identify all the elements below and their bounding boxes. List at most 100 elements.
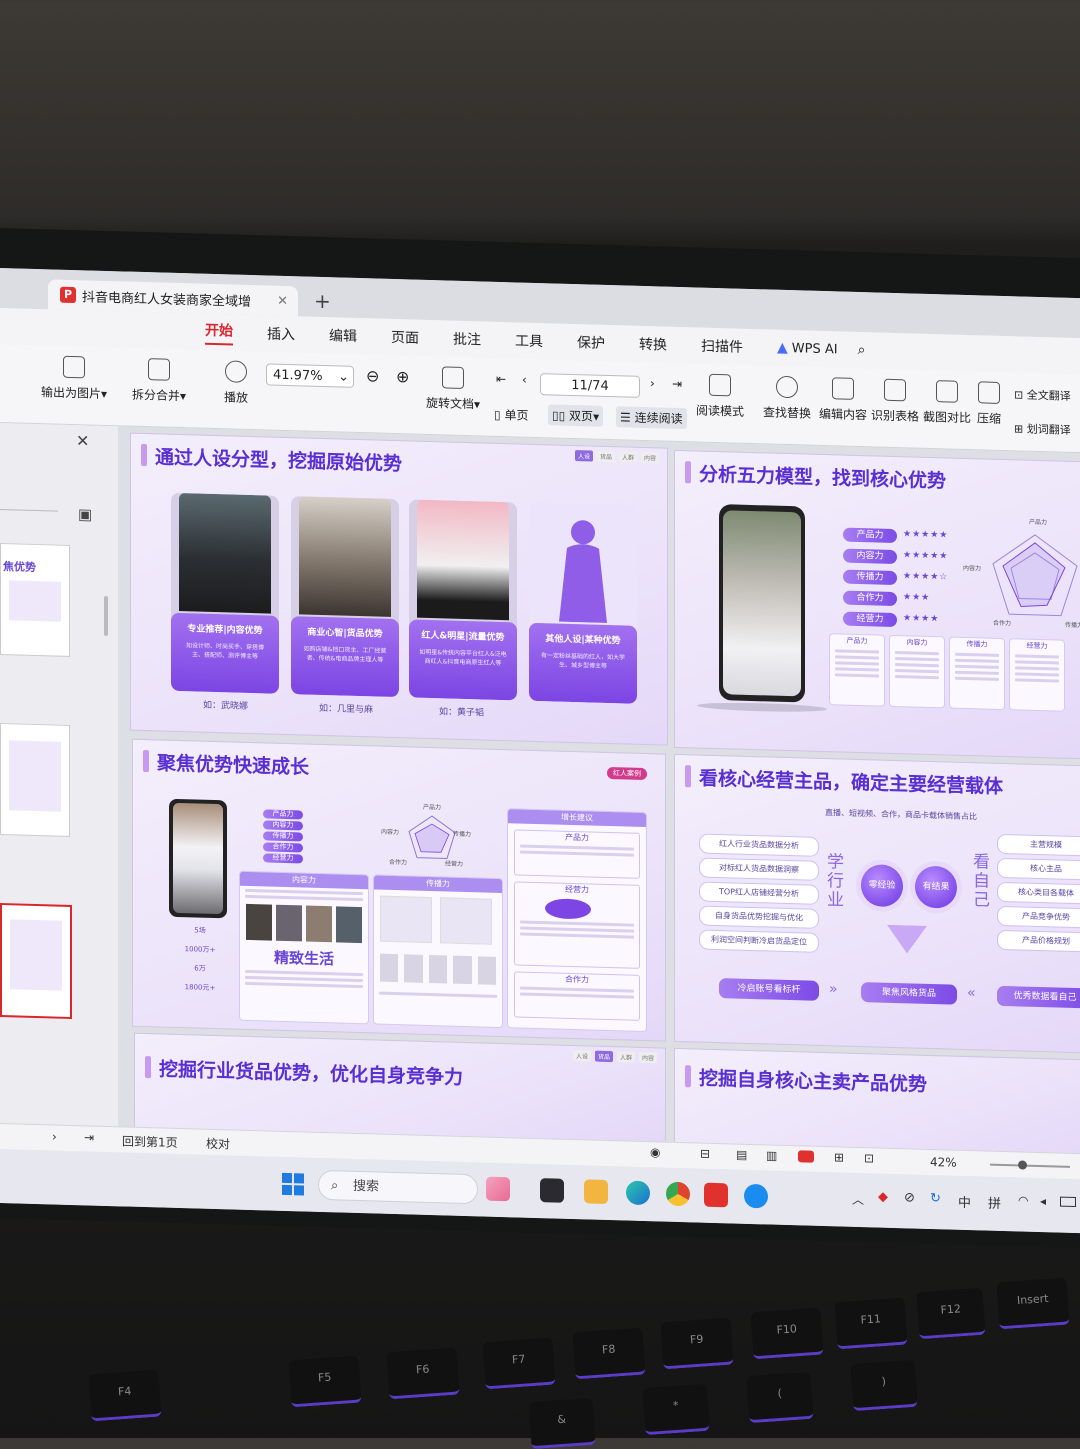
recognize-table-button[interactable]: 识别表格 xyxy=(870,378,920,424)
full-translate-button[interactable]: ⊡ 全文翻译 xyxy=(1014,386,1071,404)
prev-page-icon[interactable]: ‹ xyxy=(522,373,527,387)
read-mode-button[interactable]: 阅读模式 xyxy=(692,373,748,420)
chevron-up-icon[interactable]: ︿ xyxy=(852,1191,864,1208)
rotate-doc-button[interactable]: 旋转文档▾ xyxy=(418,366,488,413)
close-panel-icon[interactable]: ✕ xyxy=(76,431,89,450)
image-icon[interactable]: ▣ xyxy=(78,505,92,523)
task-view-icon[interactable] xyxy=(540,1178,564,1203)
thumbnail-page[interactable] xyxy=(0,723,70,837)
edge-icon[interactable] xyxy=(626,1180,650,1206)
tray-sync-icon[interactable]: ⊘ xyxy=(904,1190,915,1205)
wps-ai-button[interactable]: WPS AI xyxy=(792,341,838,357)
zoom-slider-handle[interactable] xyxy=(1018,1160,1027,1170)
edit-content-button[interactable]: 编辑内容 xyxy=(816,377,870,424)
slide-core-products[interactable]: 看核心经营主品，确定主要经营载体 直播、短视频、合作，商品卡载体销售占比 红人行… xyxy=(674,753,1080,1054)
export-image-button[interactable]: 输出为图片▾ xyxy=(34,355,114,402)
tab-convert[interactable]: 转换 xyxy=(639,334,667,355)
zoom-in-icon[interactable]: ⊕ xyxy=(396,367,409,386)
compress-button[interactable]: 压缩 xyxy=(974,381,1004,427)
tab-edit[interactable]: 编辑 xyxy=(329,325,357,346)
panel-scrollbar[interactable] xyxy=(104,595,108,637)
continuous-read-button[interactable]: ☰ 连续阅读 xyxy=(616,406,687,430)
card-example-name: 如：几里与麻 xyxy=(319,703,374,716)
page-indicator[interactable]: 11/74 xyxy=(540,373,640,398)
thumbnail-label: 焦优势 xyxy=(3,560,36,575)
tab-insert[interactable]: 插入 xyxy=(267,323,295,344)
key: F5 xyxy=(288,1355,362,1408)
column-head: 内容力 xyxy=(906,638,928,647)
windows-start-icon[interactable] xyxy=(282,1172,304,1196)
double-view-icon[interactable]: ▥ xyxy=(766,1148,777,1162)
slide-persona[interactable]: 通过人设分型，挖掘原始优势 人设 货品 人群 内容 专业推荐|内容优势 如设计师… xyxy=(130,432,668,746)
split-merge-button[interactable]: 拆分合并▾ xyxy=(124,357,194,404)
browser-icon[interactable] xyxy=(744,1183,768,1209)
radar-label: 内容力 xyxy=(963,564,982,573)
eye-icon[interactable]: ◉ xyxy=(650,1145,660,1159)
ime-pinyin[interactable]: 拼 xyxy=(988,1193,1001,1212)
result-item: 核心主品 xyxy=(997,857,1080,881)
wps-office-icon[interactable] xyxy=(704,1182,728,1208)
card-band: 红人&明星|流量优势 如明星&传统内容平台红人&泛电商红人&抖音电商原生红人等 xyxy=(409,619,517,701)
single-page-button[interactable]: ▯ 单页 xyxy=(494,406,528,424)
fit-width-icon[interactable]: ⊞ xyxy=(834,1150,844,1164)
wifi-icon[interactable]: ◠ xyxy=(1018,1193,1028,1207)
new-tab-button[interactable]: + xyxy=(314,289,331,313)
key: ( xyxy=(746,1371,814,1424)
back-first-page-link[interactable]: 回到第1页 xyxy=(122,1132,178,1151)
last-page-icon[interactable]: ⇥ xyxy=(84,1130,94,1144)
zoom-out-icon[interactable]: ⊖ xyxy=(366,366,379,385)
photo-man-suit xyxy=(417,499,509,621)
find-replace-button[interactable]: 查找替换 xyxy=(760,375,814,422)
word-translate-label: 划词翻译 xyxy=(1026,422,1071,437)
battery-icon[interactable] xyxy=(1060,1196,1076,1208)
next-page-icon[interactable]: › xyxy=(650,376,655,390)
spread-thumbs xyxy=(380,895,496,945)
fit-page-icon[interactable]: ⊡ xyxy=(864,1151,874,1165)
force-pill: 产品力 xyxy=(843,527,897,544)
layout-icon[interactable]: ⊟ xyxy=(700,1147,710,1161)
tray-refresh-icon[interactable]: ↻ xyxy=(930,1191,941,1206)
zoom-select[interactable]: 41.97% ⌄ xyxy=(266,363,354,388)
double-page-button[interactable]: ▯▯ 双页▾ xyxy=(548,404,604,427)
tab-scan[interactable]: 扫描件 xyxy=(701,336,743,357)
last-page-icon[interactable]: ⇥ xyxy=(672,377,682,391)
laptop-screen: P 抖音电商红人女装商家全域增 ✕ + 开始 插入 编辑 页面 批注 工具 保护… xyxy=(0,268,1080,1234)
double-page-icon: ▯▯ xyxy=(552,408,566,423)
file-explorer-icon[interactable] xyxy=(584,1179,608,1204)
tab-tools[interactable]: 工具 xyxy=(515,330,543,351)
page-view-icon[interactable]: ▤ xyxy=(736,1148,747,1162)
slide-five-forces[interactable]: 分析五力模型，找到核心优势 产品力 内容力 传播力 合作力 经营力 ★★★★★ … xyxy=(674,449,1080,760)
tab-annotate[interactable]: 批注 xyxy=(453,329,481,350)
key: F4 xyxy=(88,1369,162,1422)
widgets-icon[interactable] xyxy=(486,1176,510,1202)
chrome-icon[interactable] xyxy=(666,1181,690,1207)
card-desc: 如购店铺&档口货主、工厂经营者、传统&电商品牌主理人等 xyxy=(303,645,387,664)
screenshot-compare-button[interactable]: 截图对比 xyxy=(922,380,972,426)
photo-woman-sunglasses xyxy=(179,492,271,614)
close-tab-icon[interactable]: ✕ xyxy=(277,293,288,308)
split-merge-icon xyxy=(148,358,170,381)
play-button[interactable]: 播放 xyxy=(214,360,258,406)
zoom-level[interactable]: 42% xyxy=(930,1155,957,1170)
slide-own-products[interactable]: 挖掘自身核心主卖产品优势 xyxy=(674,1047,1080,1156)
slide-focus-growth[interactable]: 聚焦优势快速成长 红人案例 5场 1000万+ 6万 1800元+ 产品力 内容… xyxy=(132,738,666,1042)
tab-protect[interactable]: 保护 xyxy=(577,332,605,353)
volume-icon[interactable]: ◂ xyxy=(1040,1194,1046,1208)
thumbnail-page[interactable]: 焦优势 xyxy=(0,543,70,657)
tray-app-icon[interactable]: ◆ xyxy=(878,1190,888,1205)
zoom-slider[interactable] xyxy=(990,1160,1070,1170)
proofread-button[interactable]: 校对 xyxy=(206,1135,230,1153)
edit-icon xyxy=(832,377,854,400)
key: F9 xyxy=(660,1317,734,1370)
tab-page[interactable]: 页面 xyxy=(391,327,419,348)
video-icon[interactable] xyxy=(798,1150,814,1163)
search-icon[interactable]: ⌕ xyxy=(858,342,866,358)
taskbar-search[interactable]: ⌕ 搜索 xyxy=(318,1169,478,1205)
tab-start[interactable]: 开始 xyxy=(205,319,233,346)
first-page-icon[interactable]: ⇤ xyxy=(496,372,506,386)
thumbnail-page-current[interactable] xyxy=(0,903,72,1020)
word-translate-button[interactable]: ⊞ 划词翻译 xyxy=(1014,420,1071,438)
ime-chinese[interactable]: 中 xyxy=(958,1192,971,1211)
next-page-icon[interactable]: › xyxy=(52,1129,57,1143)
slide-industry-products[interactable]: 挖掘行业货品优势，优化自身竞争力 人设 货品 人群 内容 xyxy=(134,1032,666,1144)
